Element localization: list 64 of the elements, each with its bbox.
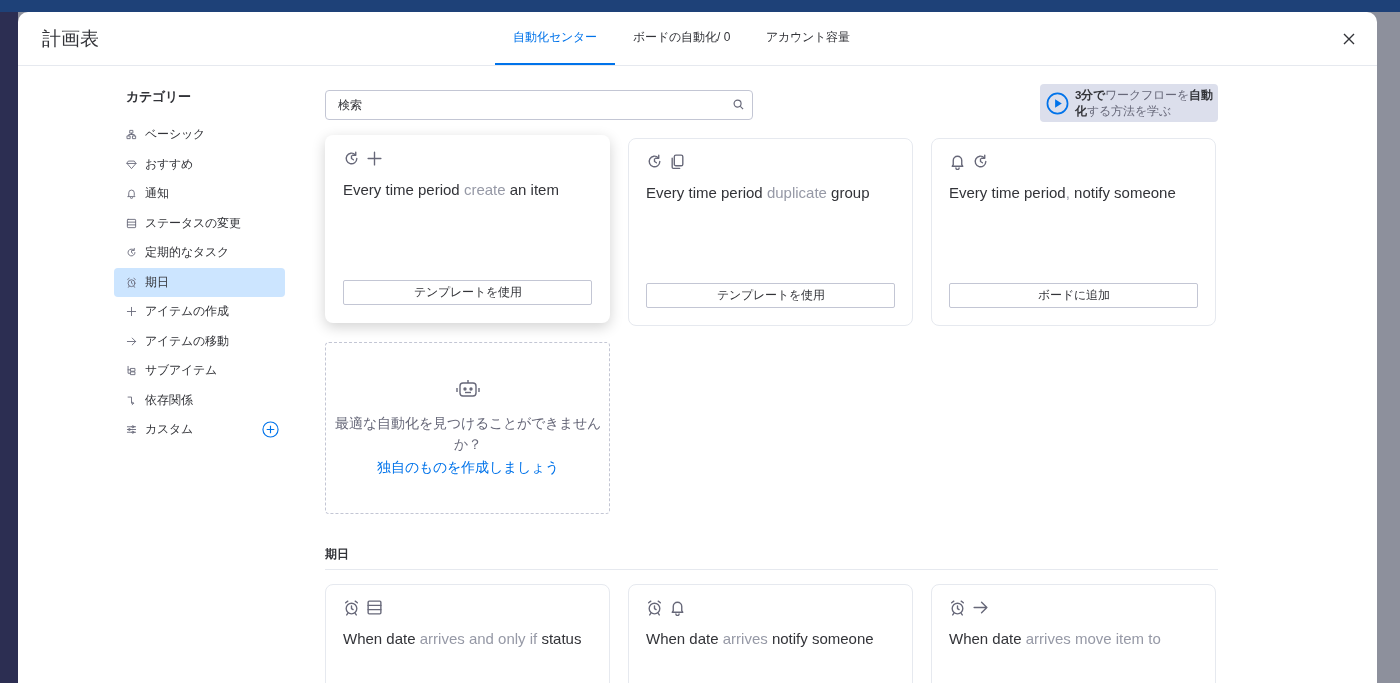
category-item[interactable]: ステータスの変更	[114, 208, 285, 238]
template-card[interactable]: Every time period create an item テンプレートを使用	[325, 135, 610, 323]
search-icon	[733, 99, 744, 110]
template-card[interactable]: Every time period duplicate group テンプレートを使用	[628, 138, 913, 326]
alarm-icon	[343, 598, 360, 616]
alarm-icon	[646, 598, 663, 616]
modal-title: 計画表	[42, 26, 99, 51]
arrow-icon	[126, 335, 137, 347]
template-title: Every time period, notify someone	[949, 183, 1177, 203]
create-own-link[interactable]: 独自のものを作成しましょう	[376, 459, 559, 477]
bell-icon	[126, 188, 137, 200]
bell-icon	[949, 152, 966, 170]
category-item[interactable]: おすすめ	[114, 149, 285, 179]
category-item[interactable]: アイテムの作成	[114, 297, 285, 327]
alarm-icon	[126, 276, 137, 288]
bell-icon	[669, 598, 686, 616]
sitemap-icon	[126, 129, 137, 141]
template-card[interactable]: When date arrives and only if status	[325, 584, 610, 683]
use-template-button[interactable]: ボードに追加	[949, 283, 1198, 308]
search-field[interactable]: 検索	[325, 90, 753, 120]
recur-icon	[126, 247, 137, 259]
plus-icon	[126, 306, 137, 318]
custom-prompt: 最適な自動化を見つけることができませんか？	[334, 415, 601, 454]
add-icon[interactable]	[262, 421, 279, 439]
template-title: When date arrives and only if status	[343, 629, 583, 649]
use-template-button[interactable]: テンプレートを使用	[343, 280, 592, 305]
category-item[interactable]: ベーシック	[114, 120, 285, 150]
template-title: Every time period create an item	[343, 180, 560, 200]
category-item[interactable]: カスタム	[114, 415, 285, 445]
category-item[interactable]: 定期的なタスク	[114, 238, 285, 268]
category-item[interactable]: サブアイテム	[114, 356, 285, 386]
tab[interactable]: ボードの自動化/ 0	[615, 12, 749, 65]
section-heading: 期日	[325, 546, 1218, 570]
template-title: When date arrives notify someone	[646, 629, 875, 649]
use-template-button[interactable]: テンプレートを使用	[646, 283, 895, 308]
arrow-icon	[972, 598, 989, 616]
promo-text: 3分でワークフローを自動化する方法を学ぶ	[1075, 88, 1215, 119]
gem-icon	[126, 158, 137, 170]
tab[interactable]: アカウント容量	[748, 12, 869, 65]
subitems-icon	[126, 365, 137, 377]
sliders-icon	[126, 424, 137, 436]
category-item[interactable]: 期日	[114, 267, 285, 297]
category-item[interactable]: 通知	[114, 179, 285, 209]
robot-icon	[455, 379, 480, 399]
category-item[interactable]: アイテムの移動	[114, 326, 285, 356]
template-card[interactable]: When date arrives notify someone	[628, 584, 913, 683]
alarm-icon	[949, 598, 966, 616]
dependency-icon	[126, 394, 137, 406]
recur-icon	[972, 152, 989, 170]
template-title: Every time period duplicate group	[646, 183, 871, 203]
template-card[interactable]: Every time period, notify someone ボードに追加	[931, 138, 1216, 326]
play-icon	[1046, 91, 1069, 115]
list-icon	[126, 217, 137, 229]
tab[interactable]: 自動化センター	[495, 12, 615, 65]
video-promo[interactable]: 3分でワークフローを自動化する方法を学ぶ	[1040, 84, 1218, 122]
recur-icon	[646, 152, 663, 170]
template-title: When date arrives move item to	[949, 629, 1162, 649]
sidebar-heading: カテゴリー	[125, 88, 192, 106]
plus-icon	[366, 149, 383, 167]
list-icon	[366, 598, 383, 616]
recur-icon	[343, 149, 360, 167]
template-card[interactable]: When date arrives move item to	[931, 584, 1216, 683]
category-item[interactable]: 依存関係	[114, 385, 285, 415]
duplicate-icon	[669, 152, 686, 170]
